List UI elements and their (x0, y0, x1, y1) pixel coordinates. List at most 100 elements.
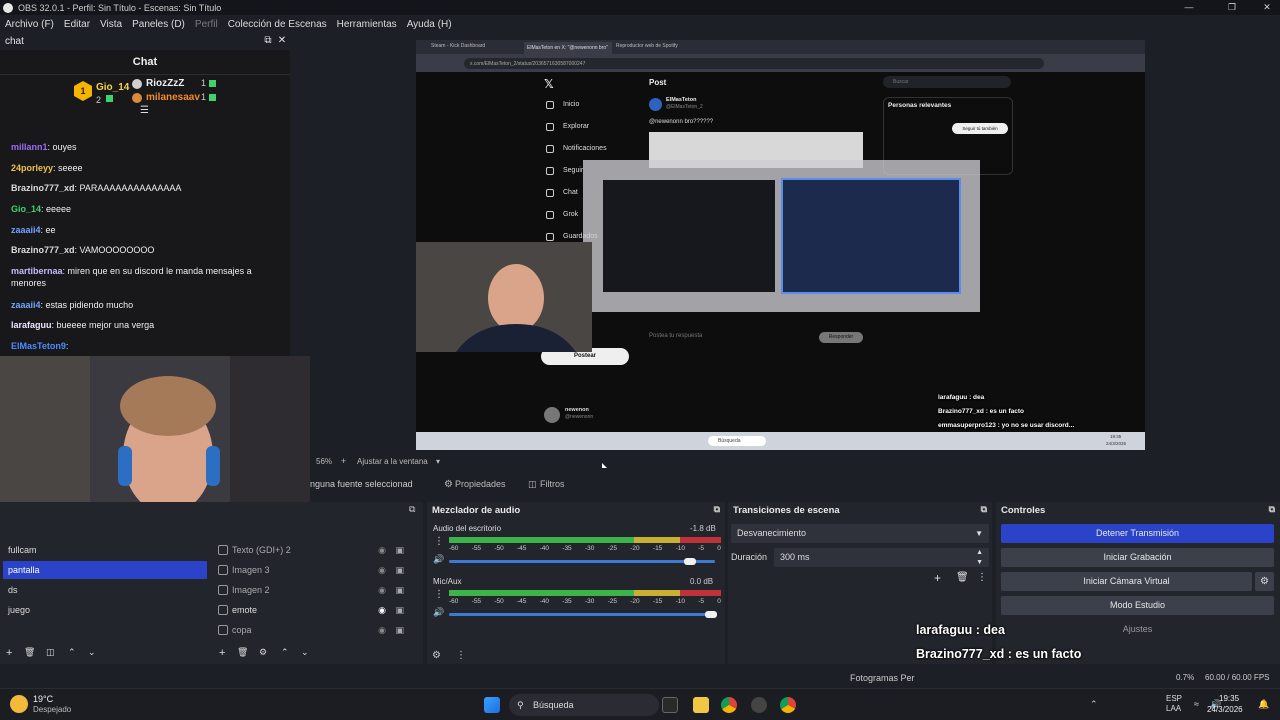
eye-hidden-icon[interactable]: ◉ (378, 561, 386, 579)
controls-float-icon[interactable]: ⧉ (1269, 504, 1275, 515)
chat-username[interactable]: Gio_14 (11, 204, 41, 214)
duration-input[interactable]: 300 ms ▲ ▼ (774, 548, 989, 567)
move-down-icon[interactable]: ⌄ (88, 647, 96, 658)
stepper-down-icon[interactable]: ▼ (976, 553, 983, 572)
lock-icon[interactable]: ▣ (395, 541, 404, 559)
lock-icon[interactable]: ▣ (395, 581, 404, 599)
start-virtual-camera-button[interactable]: Iniciar Cámara Virtual (1001, 572, 1252, 591)
audio-float-icon[interactable]: ⧉ (714, 504, 720, 515)
zoom-in-icon[interactable]: + (341, 456, 346, 466)
source-type-icon (218, 605, 228, 615)
chat-username[interactable]: ElMasTeton9 (11, 341, 66, 351)
volume-slider-knob[interactable] (683, 558, 696, 565)
menu-scene-collection[interactable]: Colección de Escenas (223, 19, 332, 30)
add-transition-icon[interactable]: + (934, 571, 941, 585)
stop-stream-button[interactable]: Detener Transmisión (1001, 524, 1274, 543)
move-up-icon[interactable]: ⌃ (68, 647, 76, 658)
menu-tools[interactable]: Herramientas (332, 19, 402, 30)
audio-settings-icon[interactable]: ⚙ (432, 650, 441, 661)
eye-hidden-icon[interactable]: ◉ (378, 581, 386, 599)
eye-icon[interactable]: ◉ (378, 601, 386, 619)
obs-taskbar-icon[interactable] (751, 697, 767, 713)
chat-username[interactable]: Brazino777_xd (11, 245, 75, 255)
menu-profile[interactable]: Perfil (190, 19, 223, 30)
filters-icon[interactable]: ◫ (528, 479, 537, 490)
close-dock-icon[interactable]: ✕ (275, 34, 289, 48)
remove-source-icon[interactable]: 🗑 (237, 647, 248, 658)
weather-icon[interactable] (10, 695, 28, 713)
chat-username[interactable]: millann1 (11, 142, 48, 152)
chat-text: : bueeee mejor una verga (51, 320, 155, 330)
maximize-icon[interactable]: ❐ (1219, 0, 1245, 15)
expand-leaderboard-icon[interactable]: ☰ (140, 105, 149, 116)
remove-scene-icon[interactable]: 🗑 (24, 647, 35, 658)
task-view-icon[interactable] (662, 697, 678, 713)
source-settings-icon[interactable]: ⚙ (259, 647, 267, 658)
volume-slider[interactable] (449, 613, 715, 616)
sources-float-icon[interactable]: ⧉ (409, 504, 415, 515)
menu-file[interactable]: Archivo (F) (0, 19, 59, 30)
windows-start-icon[interactable] (484, 697, 500, 713)
source-item[interactable]: Texto (GDI+) 2 ◉ ▣ (218, 541, 414, 559)
float-dock-icon[interactable]: ⧉ (261, 34, 275, 48)
menu-help[interactable]: Ayuda (H) (402, 19, 457, 30)
zoom-dropdown-icon[interactable]: ▾ (436, 457, 440, 466)
start-recording-button[interactable]: Iniciar Grabación (1001, 548, 1274, 567)
source-item[interactable]: Imagen 2 ◉ ▣ (218, 581, 414, 599)
properties-button[interactable]: Propiedades (455, 479, 506, 489)
menu-docks[interactable]: Paneles (D) (127, 19, 190, 30)
transitions-float-icon[interactable]: ⧉ (981, 504, 987, 515)
notification-icon[interactable]: 🔔 (1258, 699, 1269, 710)
speaker-icon[interactable]: 🔊 (433, 554, 444, 565)
eye-hidden-icon[interactable]: ◉ (378, 541, 386, 559)
chrome-icon[interactable] (721, 697, 737, 713)
source-item[interactable]: copa ◉ ▣ (218, 621, 414, 639)
wifi-icon[interactable]: ≈ (1194, 699, 1199, 709)
remove-transition-icon[interactable]: 🗑 (956, 572, 969, 583)
chat-username[interactable]: martibernaa (11, 266, 63, 276)
chat-username[interactable]: zaaaii4 (11, 300, 41, 310)
lock-icon[interactable]: ▣ (395, 561, 404, 579)
lock-icon[interactable]: ▣ (395, 601, 404, 619)
file-explorer-icon[interactable] (693, 697, 709, 713)
eye-hidden-icon[interactable]: ◉ (378, 621, 386, 639)
chat-username[interactable]: zaaaii4 (11, 225, 41, 235)
volume-slider[interactable] (449, 560, 715, 563)
menu-view[interactable]: Vista (95, 19, 127, 30)
scene-item[interactable]: fullcam (3, 541, 207, 559)
x-relevant-title: Personas relevantes (888, 102, 952, 109)
source-up-icon[interactable]: ⌃ (281, 647, 289, 658)
source-item[interactable]: Imagen 3 ◉ ▣ (218, 561, 414, 579)
transition-menu-icon[interactable]: ⋮ (977, 572, 987, 583)
menu-edit[interactable]: Editar (59, 19, 95, 30)
chat-username[interactable]: 24porleyy (11, 163, 53, 173)
lock-icon[interactable]: ▣ (395, 621, 404, 639)
add-source-icon[interactable]: + (219, 647, 225, 659)
audio-menu-icon[interactable]: ⋮ (456, 650, 466, 661)
source-item[interactable]: emote ◉ ▣ (218, 601, 414, 619)
tray-chevron-icon[interactable]: ⌃ (1090, 699, 1098, 710)
audio-channel-menu-icon[interactable]: ⋮ (434, 589, 444, 600)
speaker-icon[interactable]: 🔊 (433, 607, 444, 618)
scene-item[interactable]: pantalla (3, 561, 207, 579)
taskbar-search[interactable]: ⚲ Búsqueda (509, 694, 659, 716)
filters-button[interactable]: Filtros (540, 479, 565, 489)
scene-filters-icon[interactable]: ◫ (46, 647, 55, 658)
close-icon[interactable]: ✕ (1254, 0, 1280, 15)
gear-icon[interactable]: ⚙ (444, 479, 453, 490)
audio-channel-menu-icon[interactable]: ⋮ (434, 536, 444, 547)
zoom-fit[interactable]: Ajustar a la ventana (357, 457, 428, 466)
volume-slider-knob[interactable] (705, 611, 717, 618)
scene-item[interactable]: juego (3, 601, 207, 619)
scene-item[interactable]: ds (3, 581, 207, 599)
chat-username[interactable]: Brazino777_xd (11, 183, 75, 193)
minimize-icon[interactable]: — (1176, 0, 1202, 15)
transition-select[interactable]: Desvanecimiento ▼ (731, 524, 989, 543)
chrome-2-icon[interactable] (780, 697, 796, 713)
settings-button[interactable]: Ajustes (1001, 620, 1274, 639)
studio-mode-button[interactable]: Modo Estudio (1001, 596, 1274, 615)
virtual-camera-settings-icon[interactable]: ⚙ (1255, 572, 1274, 591)
add-scene-icon[interactable]: + (6, 647, 12, 659)
chat-username[interactable]: larafaguu (11, 320, 52, 330)
source-down-icon[interactable]: ⌄ (301, 647, 309, 658)
